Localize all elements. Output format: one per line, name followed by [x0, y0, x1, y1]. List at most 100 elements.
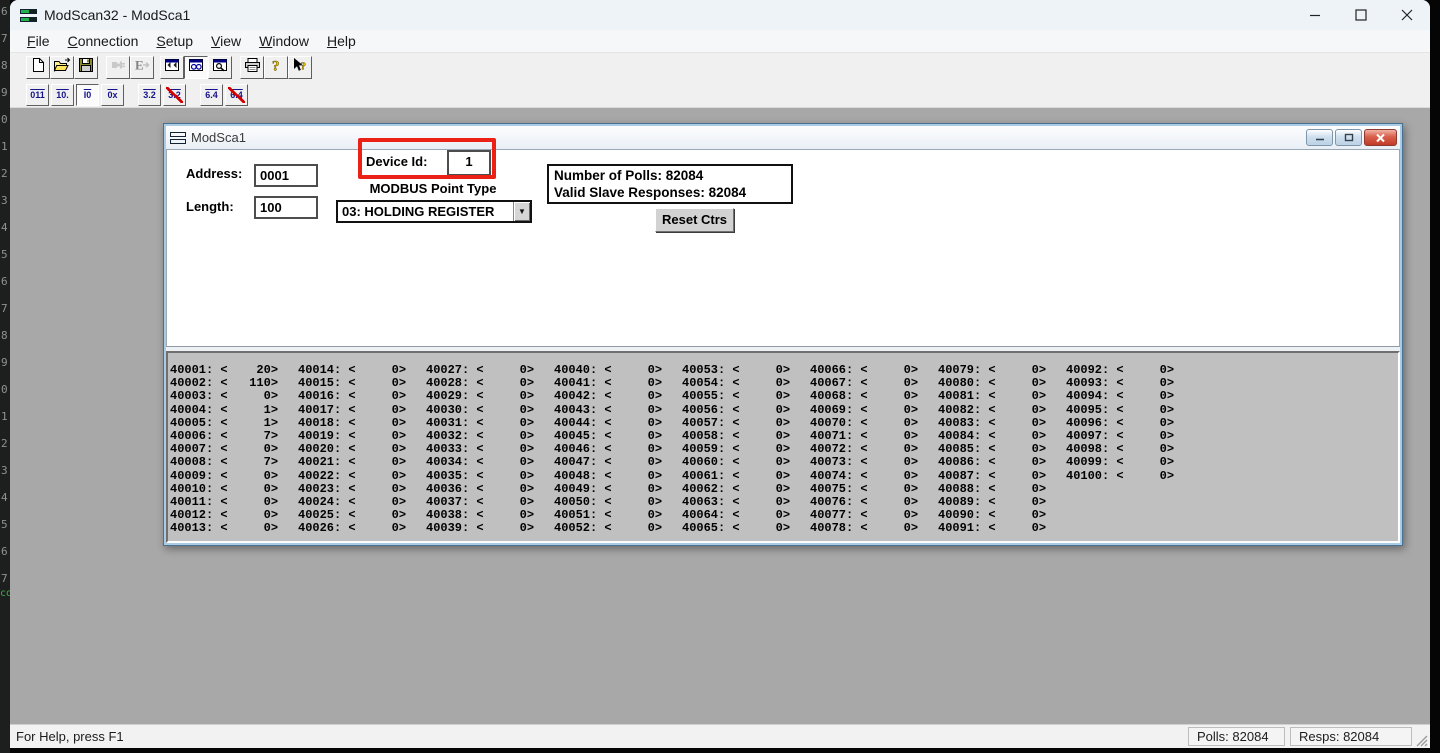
format-double-button[interactable]: 6.4: [200, 84, 223, 106]
svg-text:?: ?: [272, 59, 280, 74]
register-cell[interactable]: 40068: < 0>: [810, 390, 918, 403]
show-traffic-button[interactable]: [160, 56, 184, 79]
menu-item-window[interactable]: Window: [250, 31, 318, 52]
new-file-icon: [30, 57, 47, 78]
background-line-number: 3: [1, 194, 8, 207]
register-cell[interactable]: 40035: < 0>: [426, 469, 534, 483]
length-input[interactable]: 100: [254, 196, 318, 219]
register-cell[interactable]: 40017: < 0>: [298, 403, 406, 417]
register-cell[interactable]: 40048: < 0>: [554, 469, 662, 483]
resize-grip[interactable]: [1412, 731, 1428, 747]
register-cell[interactable]: 40069: < 0>: [810, 403, 918, 417]
menu-item-help[interactable]: Help: [318, 31, 365, 52]
register-cell[interactable]: 40047: < 0>: [554, 456, 662, 469]
register-cell[interactable]: 40042: < 0>: [554, 390, 662, 403]
close-button[interactable]: [1384, 0, 1430, 30]
context-help-icon: ?: [291, 57, 309, 78]
message-window-button[interactable]: [208, 56, 232, 79]
register-cell[interactable]: 40086: < 0>: [938, 456, 1046, 469]
child-window-body: Address: 0001 Length: 100 Device Id: 1 M…: [166, 138, 1400, 543]
length-label: Length:: [186, 199, 234, 214]
format-hex-button[interactable]: 0x: [101, 84, 124, 106]
window-title: ModScan32 - ModSca1: [44, 7, 191, 23]
dropdown-arrow-icon[interactable]: ▼: [513, 202, 530, 221]
background-line-number: 9: [1, 86, 8, 99]
format-float-button[interactable]: 3.2: [138, 84, 161, 106]
register-cell[interactable]: 40061: < 0>: [682, 469, 790, 483]
red-slash-icon: [228, 87, 245, 103]
modscan-app-icon: [20, 8, 37, 22]
register-cell[interactable]: 40022: < 0>: [298, 469, 406, 483]
new-file-button[interactable]: [26, 56, 50, 79]
child-title-bar[interactable]: ModSca1: [166, 126, 1400, 149]
maximize-button[interactable]: [1338, 0, 1384, 30]
menu-item-connection[interactable]: Connection: [59, 31, 148, 52]
title-bar[interactable]: ModScan32 - ModSca1: [10, 0, 1430, 30]
print-button[interactable]: [240, 56, 264, 79]
child-restore-icon: [1344, 133, 1353, 142]
valid-responses-text: Valid Slave Responses: 82084: [554, 185, 747, 200]
register-cell[interactable]: 40099: < 0>: [1066, 456, 1174, 469]
register-cell[interactable]: 40013: < 0>: [170, 522, 278, 535]
register-cell[interactable]: 40087: < 0>: [938, 469, 1046, 483]
disconnect-button: E: [130, 56, 154, 79]
menu-item-file[interactable]: File: [18, 31, 59, 52]
register-cell[interactable]: 40052: < 0>: [554, 522, 662, 535]
format-integer-button[interactable]: I0: [76, 84, 99, 106]
menu-item-view[interactable]: View: [202, 31, 250, 52]
background-line-number: 0: [1, 113, 8, 126]
device-id-input[interactable]: 1: [447, 150, 491, 176]
minimize-button[interactable]: [1292, 0, 1338, 30]
register-cell[interactable]: 40021: < 0>: [298, 456, 406, 469]
child-close-button[interactable]: [1364, 129, 1397, 146]
register-cell[interactable]: 40026: < 0>: [298, 522, 406, 535]
format-decimal-button[interactable]: 10.: [51, 84, 74, 106]
register-cell[interactable]: 40016: < 0>: [298, 390, 406, 403]
register-cell[interactable]: 40095: < 0>: [1066, 403, 1174, 417]
register-cell[interactable]: 40030: < 0>: [426, 403, 534, 417]
status-polls-panel: Polls: 82084: [1188, 727, 1285, 746]
context-help-button[interactable]: ?: [288, 56, 312, 79]
register-cell[interactable]: 40094: < 0>: [1066, 390, 1174, 403]
register-cell[interactable]: 40043: < 0>: [554, 403, 662, 417]
child-minimize-button[interactable]: [1306, 129, 1333, 146]
open-file-button[interactable]: [50, 56, 74, 79]
reset-ctrs-button[interactable]: Reset Ctrs: [655, 208, 734, 232]
register-data-area[interactable]: 40001: < 20> 40002: < 110> 40003: < 0> 4000…: [166, 351, 1400, 543]
background-line-number: 6: [1, 5, 8, 18]
child-restore-button[interactable]: [1335, 129, 1362, 146]
address-input[interactable]: 0001: [254, 164, 318, 187]
format-float-swapped-button[interactable]: 3.2: [163, 84, 186, 106]
format-button-label: 0x: [107, 90, 118, 100]
register-cell[interactable]: 40065: < 0>: [682, 522, 790, 535]
format-button-label: 10.: [56, 90, 69, 100]
register-cell[interactable]: 40029: < 0>: [426, 390, 534, 403]
register-cell[interactable]: 40074: < 0>: [810, 469, 918, 483]
register-cell[interactable]: 40082: < 0>: [938, 403, 1046, 417]
format-double-swapped-button[interactable]: 6.4: [225, 84, 248, 106]
register-cell[interactable]: 40004: < 1>: [170, 403, 278, 417]
format-binary-button[interactable]: 011: [26, 84, 49, 106]
register-column: 40066: < 0> 40067: < 0> 40068: < 0> 40069: …: [810, 363, 918, 536]
register-cell[interactable]: 40078: < 0>: [810, 522, 918, 535]
background-editor-strip: 6 7 8 9 0 1 2 3 4 5 6 7 8 9 0 1 2 3 4 5 6 7 co: [0, 0, 10, 753]
register-cell[interactable]: 40073: < 0>: [810, 456, 918, 469]
device-id-label: Device Id:: [366, 154, 428, 169]
register-cell[interactable]: 40009: < 0>: [170, 469, 278, 483]
main-toolbar: E??: [10, 53, 1430, 82]
data-definition-button[interactable]: [184, 56, 208, 79]
register-cell[interactable]: 40055: < 0>: [682, 390, 790, 403]
register-cell[interactable]: 40034: < 0>: [426, 456, 534, 469]
register-cell[interactable]: 40081: < 0>: [938, 390, 1046, 403]
point-type-dropdown[interactable]: 03: HOLDING REGISTER ▼: [336, 200, 532, 223]
menu-item-setup[interactable]: Setup: [147, 31, 202, 52]
help-button[interactable]: ?: [264, 56, 288, 79]
register-cell[interactable]: 40100: < 0>: [1066, 469, 1174, 483]
register-cell[interactable]: 40039: < 0>: [426, 522, 534, 535]
register-cell[interactable]: 40060: < 0>: [682, 456, 790, 469]
save-button[interactable]: [74, 56, 98, 79]
register-cell[interactable]: 40003: < 0>: [170, 390, 278, 403]
register-cell[interactable]: 40056: < 0>: [682, 403, 790, 417]
register-cell[interactable]: 40091: < 0>: [938, 522, 1046, 535]
register-cell[interactable]: 40008: < 7>: [170, 456, 278, 469]
